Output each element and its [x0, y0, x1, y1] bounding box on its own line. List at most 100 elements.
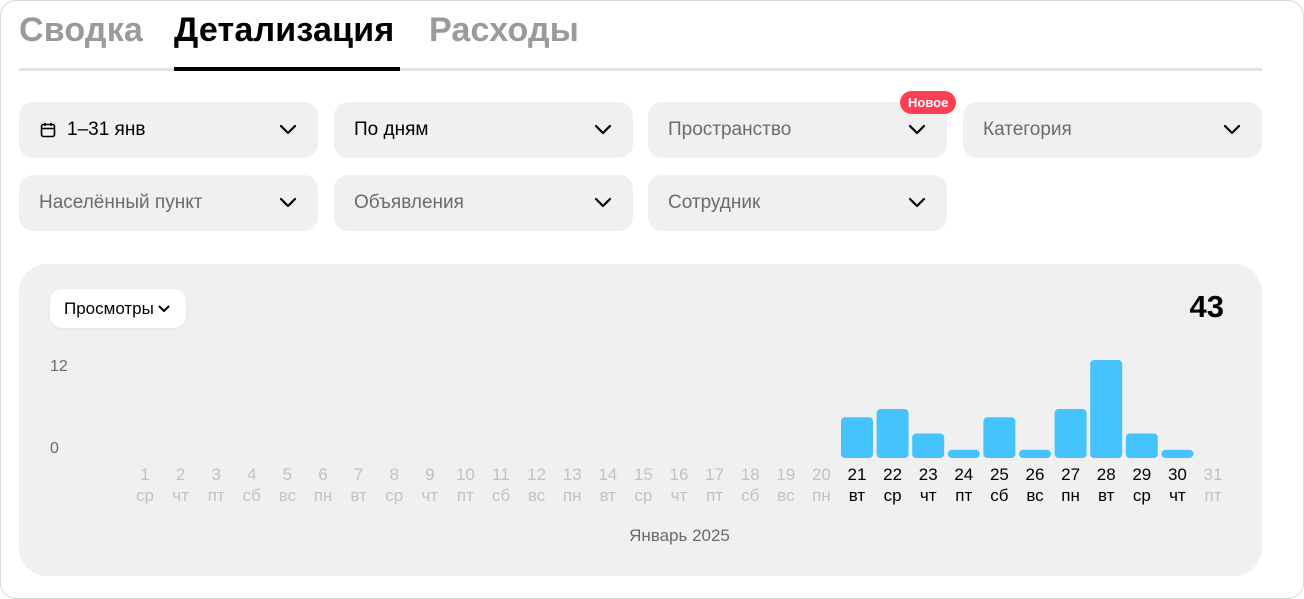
x-tick-day: 18 [741, 465, 760, 484]
x-tick-day: 10 [456, 465, 475, 484]
y-tick-label: 0 [50, 440, 59, 457]
chevron-down-icon [593, 120, 613, 140]
metric-select[interactable]: Просмотры [50, 289, 186, 328]
chevron-down-icon [907, 193, 927, 213]
period-filter-value: 1–31 янв [67, 119, 146, 140]
x-tick-day: 17 [705, 465, 724, 484]
report-card: Сводка Детализация Расходы 1–31 янв По д… [0, 0, 1304, 599]
x-tick-weekday: сб [243, 486, 261, 505]
y-tick-label: 12 [50, 358, 68, 375]
bar-day-24[interactable] [947, 449, 980, 458]
x-tick-weekday: вс [1026, 486, 1044, 505]
x-tick-weekday: пн [1061, 486, 1080, 505]
x-tick-weekday: чт [671, 486, 688, 505]
chevron-down-icon [593, 193, 613, 213]
x-tick-day: 7 [354, 465, 363, 484]
x-tick-day: 9 [425, 465, 434, 484]
x-tick-day: 25 [990, 465, 1009, 484]
x-tick-weekday: пт [208, 486, 225, 505]
x-tick-day: 8 [389, 465, 398, 484]
bar-day-30[interactable] [1161, 449, 1194, 458]
x-tick-day: 12 [527, 465, 546, 484]
bar-day-26[interactable] [1019, 449, 1051, 458]
active-tab-indicator [174, 67, 400, 71]
x-tick-weekday: чт [920, 486, 937, 505]
x-tick-day: 21 [848, 465, 867, 484]
x-tick-weekday: сб [741, 486, 760, 505]
chevron-down-icon [278, 120, 298, 140]
x-tick-weekday: ср [884, 486, 902, 505]
x-tick-day: 4 [247, 465, 256, 484]
listings-filter[interactable]: Объявления [334, 175, 633, 231]
x-tick-weekday: пт [1205, 486, 1222, 505]
x-tick-day: 22 [883, 465, 902, 484]
x-tick-weekday: вт [1098, 486, 1115, 505]
x-tick-weekday: вт [849, 486, 866, 505]
x-tick-day: 16 [670, 465, 689, 484]
x-tick-weekday: вс [528, 486, 546, 505]
views-total: 43 [1189, 289, 1224, 324]
x-tick-day: 15 [634, 465, 653, 484]
x-tick-day: 30 [1168, 465, 1187, 484]
x-tick-day: 2 [176, 465, 185, 484]
x-tick-day: 3 [211, 465, 220, 484]
bar-day-22[interactable] [876, 409, 909, 458]
x-tick-weekday: чт [172, 486, 189, 505]
metric-select-value: Просмотры [64, 298, 154, 318]
employee-filter-placeholder: Сотрудник [668, 192, 761, 213]
x-tick-day: 26 [1026, 465, 1045, 484]
x-tick-weekday: ср [634, 486, 652, 505]
calendar-icon [39, 121, 57, 139]
category-filter[interactable]: Категория [963, 102, 1262, 158]
x-axis-month-label: Январь 2025 [629, 526, 730, 545]
report-tabs: Сводка Детализация Расходы [19, 1, 1262, 71]
x-tick-day: 20 [812, 465, 831, 484]
x-tick-day: 19 [776, 465, 795, 484]
x-tick-day: 29 [1132, 465, 1151, 484]
grouping-filter-value: По дням [354, 119, 429, 140]
bar-day-25[interactable] [983, 417, 1016, 458]
x-tick-weekday: пн [563, 486, 582, 505]
x-tick-day: 14 [598, 465, 617, 484]
chevron-down-icon [158, 302, 172, 316]
x-tick-day: 24 [954, 465, 973, 484]
tab-details[interactable]: Детализация [174, 11, 394, 50]
employee-filter[interactable]: Сотрудник [648, 175, 947, 231]
chevron-down-icon [278, 193, 298, 213]
period-filter[interactable]: 1–31 янв [19, 102, 318, 158]
x-tick-weekday: сб [492, 486, 511, 505]
x-tick-weekday: чт [421, 486, 438, 505]
x-tick-weekday: пт [457, 486, 474, 505]
space-filter-placeholder: Пространство [668, 119, 792, 140]
x-tick-day: 27 [1061, 465, 1080, 484]
bar-day-27[interactable] [1054, 409, 1087, 458]
x-tick-weekday: пн [812, 486, 831, 505]
x-tick-weekday: сб [990, 486, 1009, 505]
category-filter-placeholder: Категория [983, 119, 1072, 140]
x-tick-weekday: вт [600, 486, 617, 505]
x-tick-day: 31 [1204, 465, 1223, 484]
x-tick-day: 6 [318, 465, 327, 484]
bar-day-29[interactable] [1125, 433, 1158, 459]
chevron-down-icon [907, 120, 927, 140]
bar-day-28[interactable] [1090, 360, 1123, 458]
bar-day-21[interactable] [841, 417, 873, 458]
tab-summary[interactable]: Сводка [19, 11, 143, 50]
x-tick-weekday: ср [1133, 486, 1151, 505]
x-tick-weekday: ср [385, 486, 403, 505]
grouping-filter[interactable]: По дням [334, 102, 633, 158]
x-tick-weekday: пт [955, 486, 972, 505]
x-tick-day: 13 [563, 465, 582, 484]
bar-day-23[interactable] [912, 433, 945, 459]
x-tick-day: 5 [283, 465, 292, 484]
x-tick-day: 11 [492, 465, 510, 484]
locality-filter-placeholder: Населённый пункт [39, 192, 203, 213]
locality-filter[interactable]: Населённый пункт [19, 175, 318, 231]
x-tick-weekday: вс [777, 486, 795, 505]
x-tick-day: 1 [140, 465, 149, 484]
x-tick-weekday: чт [1169, 486, 1186, 505]
x-tick-weekday: ср [136, 486, 154, 505]
tab-expenses[interactable]: Расходы [429, 11, 579, 50]
x-tick-day: 28 [1097, 465, 1116, 484]
x-tick-weekday: вт [350, 486, 367, 505]
